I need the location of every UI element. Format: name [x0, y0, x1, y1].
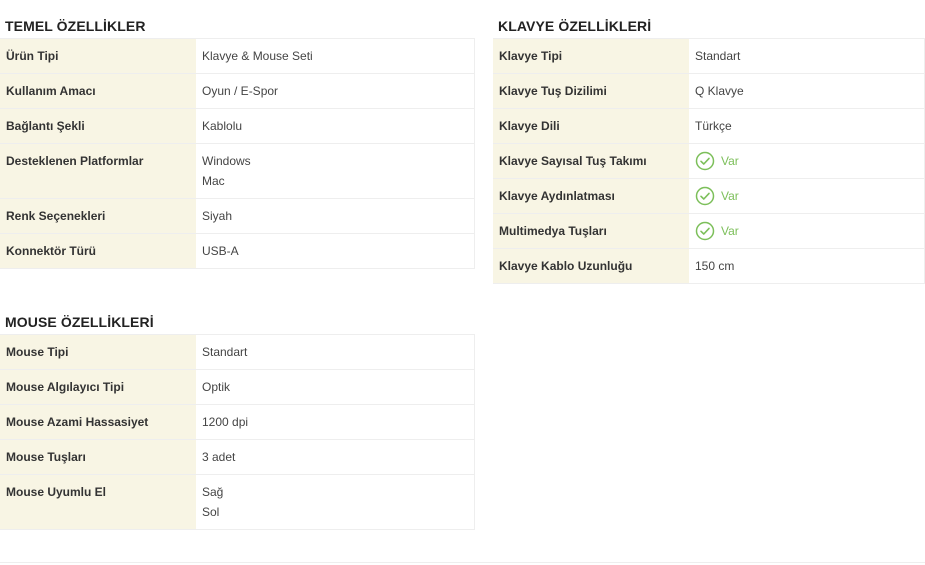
- spec-label: Ürün Tipi: [0, 38, 196, 74]
- spec-value: Var: [689, 213, 925, 249]
- spec-value: Klavye & Mouse Seti: [196, 38, 475, 74]
- check-circle-icon: [695, 151, 715, 171]
- spec-value: Optik: [196, 369, 475, 405]
- section-title: MOUSE ÖZELLİKLERİ: [5, 314, 154, 330]
- table-row: Klavye Kablo Uzunluğu 150 cm: [493, 248, 925, 284]
- spec-label: Klavye Tipi: [493, 38, 689, 74]
- availability-text: Var: [721, 224, 739, 238]
- availability-text: Var: [721, 189, 739, 203]
- spec-value: Türkçe: [689, 108, 925, 144]
- section-temel-ozellikler: TEMEL ÖZELLİKLER Ürün Tipi Klavye & Mous…: [0, 14, 475, 269]
- spec-label: Renk Seçenekleri: [0, 198, 196, 234]
- spec-label: Kullanım Amacı: [0, 73, 196, 109]
- availability-indicator: Var: [695, 151, 739, 171]
- spec-label: Mouse Azami Hassasiyet: [0, 404, 196, 440]
- table-row: Mouse Azami Hassasiyet 1200 dpi: [0, 404, 475, 440]
- table-row: Ürün Tipi Klavye & Mouse Seti: [0, 38, 475, 74]
- spec-label: Mouse Algılayıcı Tipi: [0, 369, 196, 405]
- spec-value: Standart: [196, 334, 475, 370]
- table-row: Kullanım Amacı Oyun / E-Spor: [0, 73, 475, 109]
- table-row: Multimedya Tuşları Var: [493, 213, 925, 249]
- availability-text: Var: [721, 154, 739, 168]
- table-row: Klavye Dili Türkçe: [493, 108, 925, 144]
- spec-table: Mouse Tipi Standart Mouse Algılayıcı Tip…: [0, 334, 475, 530]
- availability-indicator: Var: [695, 186, 739, 206]
- table-row: Bağlantı Şekli Kablolu: [0, 108, 475, 144]
- spec-value: Q Klavye: [689, 73, 925, 109]
- check-circle-icon: [695, 221, 715, 241]
- spec-label: Konnektör Türü: [0, 233, 196, 269]
- table-row: Klavye Aydınlatması Var: [493, 178, 925, 214]
- spec-label: Mouse Tipi: [0, 334, 196, 370]
- table-row: Konnektör Türü USB-A: [0, 233, 475, 269]
- spec-value: Sağ Sol: [196, 474, 475, 530]
- spec-value: Var: [689, 178, 925, 214]
- spec-value: Var: [689, 143, 925, 179]
- table-row: Klavye Sayısal Tuş Takımı Var: [493, 143, 925, 179]
- spec-table: Ürün Tipi Klavye & Mouse Seti Kullanım A…: [0, 38, 475, 269]
- availability-indicator: Var: [695, 221, 739, 241]
- spec-label: Multimedya Tuşları: [493, 213, 689, 249]
- table-row: Desteklenen Platformlar Windows Mac: [0, 143, 475, 199]
- spec-label: Mouse Uyumlu El: [0, 474, 196, 530]
- spec-value: USB-A: [196, 233, 475, 269]
- check-circle-icon: [695, 186, 715, 206]
- table-row: Renk Seçenekleri Siyah: [0, 198, 475, 234]
- section-klavye-ozellikleri: KLAVYE ÖZELLİKLERİ Klavye Tipi Standart …: [493, 14, 925, 284]
- spec-value: Siyah: [196, 198, 475, 234]
- table-row: Klavye Tipi Standart: [493, 38, 925, 74]
- spec-value: Kablolu: [196, 108, 475, 144]
- spec-value: 1200 dpi: [196, 404, 475, 440]
- spec-label: Klavye Dili: [493, 108, 689, 144]
- table-row: Mouse Uyumlu El Sağ Sol: [0, 474, 475, 530]
- table-row: Mouse Algılayıcı Tipi Optik: [0, 369, 475, 405]
- spec-label: Klavye Sayısal Tuş Takımı: [493, 143, 689, 179]
- table-row: Mouse Tuşları 3 adet: [0, 439, 475, 475]
- spec-value: Windows Mac: [196, 143, 475, 199]
- section-title: KLAVYE ÖZELLİKLERİ: [498, 18, 652, 34]
- spec-label: Klavye Aydınlatması: [493, 178, 689, 214]
- spec-value: Standart: [689, 38, 925, 74]
- section-mouse-ozellikleri: MOUSE ÖZELLİKLERİ Mouse Tipi Standart Mo…: [0, 310, 475, 530]
- spec-label: Klavye Tuş Dizilimi: [493, 73, 689, 109]
- section-title: TEMEL ÖZELLİKLER: [5, 18, 146, 34]
- spec-label: Desteklenen Platformlar: [0, 143, 196, 199]
- divider: [0, 562, 925, 563]
- spec-value: 150 cm: [689, 248, 925, 284]
- spec-label: Mouse Tuşları: [0, 439, 196, 475]
- table-row: Klavye Tuş Dizilimi Q Klavye: [493, 73, 925, 109]
- spec-label: Klavye Kablo Uzunluğu: [493, 248, 689, 284]
- spec-value: 3 adet: [196, 439, 475, 475]
- table-row: Mouse Tipi Standart: [0, 334, 475, 370]
- spec-table: Klavye Tipi Standart Klavye Tuş Dizilimi…: [493, 38, 925, 284]
- spec-value: Oyun / E-Spor: [196, 73, 475, 109]
- spec-label: Bağlantı Şekli: [0, 108, 196, 144]
- spec-page: TEMEL ÖZELLİKLER Ürün Tipi Klavye & Mous…: [0, 0, 925, 565]
